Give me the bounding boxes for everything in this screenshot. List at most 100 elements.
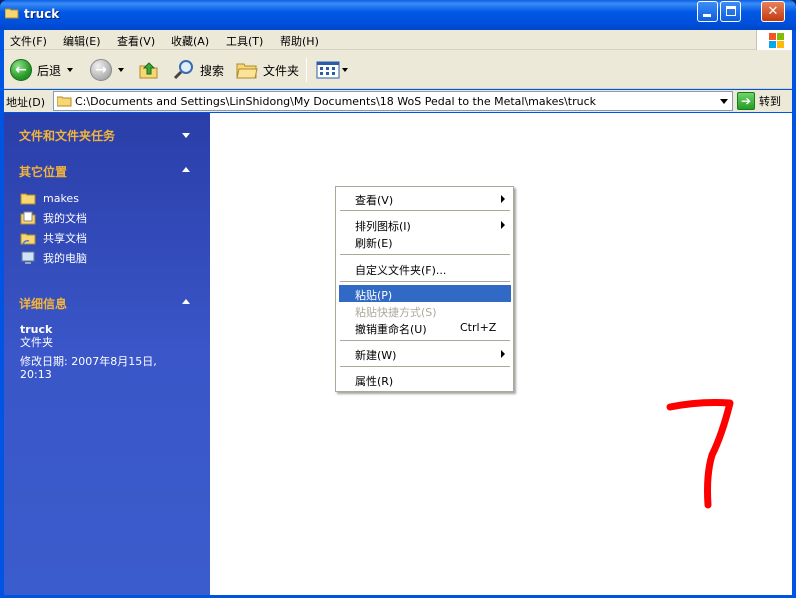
- go-button[interactable]: ➔ 转到: [737, 91, 789, 111]
- up-folder-icon: [139, 62, 158, 79]
- place-label: 我的文档: [43, 212, 87, 225]
- minimize-button[interactable]: [697, 1, 718, 22]
- menu-separator: [340, 254, 510, 255]
- go-arrow-icon: ➔: [737, 92, 755, 110]
- back-label: 后退: [37, 63, 62, 78]
- menu-bar: 文件(F) 编辑(E) 查看(V) 收藏(A) 工具(T) 帮助(H): [4, 30, 792, 50]
- ctx-view[interactable]: 查看(V): [339, 190, 511, 207]
- window-frame-left: [0, 30, 4, 598]
- ctx-label: 排列图标(I): [355, 220, 411, 233]
- maximize-icon: [726, 6, 736, 16]
- ctx-new[interactable]: 新建(W): [339, 345, 511, 362]
- views-icon: [316, 61, 340, 79]
- details-modified-date: 修改日期: 2007年8月15日,: [20, 355, 157, 368]
- maximize-button[interactable]: [720, 1, 741, 22]
- ctx-undo-rename[interactable]: 撤销重命名(U) Ctrl+Z: [339, 319, 511, 336]
- collapse-chevron-icon[interactable]: [182, 167, 190, 172]
- folders-button[interactable]: 文件夹: [236, 58, 299, 82]
- address-label: 地址(D): [6, 96, 46, 109]
- views-button[interactable]: [316, 58, 348, 82]
- submenu-arrow-icon: [501, 195, 505, 203]
- minimize-icon: [703, 14, 711, 17]
- address-input[interactable]: C:\Documents and Settings\LinShidong\My …: [53, 91, 733, 111]
- folder-icon: [57, 96, 72, 107]
- details-header[interactable]: 详细信息: [19, 295, 67, 312]
- place-my-computer[interactable]: 我的电脑: [20, 250, 87, 266]
- ctx-shortcut: Ctrl+Z: [460, 321, 497, 334]
- menu-separator: [340, 281, 510, 282]
- details-type: 文件夹: [20, 336, 53, 349]
- ctx-label: 粘贴快捷方式(S): [355, 306, 437, 319]
- ctx-label: 刷新(E): [355, 237, 393, 250]
- details-name: truck: [20, 323, 53, 336]
- address-dropdown-button[interactable]: [716, 92, 732, 110]
- search-button[interactable]: 搜索: [172, 58, 224, 82]
- expand-chevron-icon[interactable]: [182, 133, 190, 138]
- other-places-header[interactable]: 其它位置: [19, 163, 67, 180]
- place-label: 共享文档: [43, 232, 87, 245]
- place-makes[interactable]: makes: [20, 190, 79, 206]
- details-modified-time: 20:13: [20, 368, 52, 381]
- explorer-window: truck ✕ 文件(F) 编辑(E) 查看(V) 收藏(A) 工具(T) 帮助…: [0, 0, 796, 598]
- ctx-arrange-icons[interactable]: 排列图标(I): [339, 216, 511, 233]
- annotation-number-seven: [666, 399, 734, 509]
- ctx-label: 撤销重命名(U): [355, 323, 427, 336]
- folders-label: 文件夹: [263, 63, 300, 78]
- ctx-label: 查看(V): [355, 194, 394, 207]
- folder-icon: [20, 193, 36, 205]
- back-button[interactable]: ← 后退: [10, 58, 74, 82]
- file-tasks-header[interactable]: 文件和文件夹任务: [19, 127, 115, 144]
- chevron-down-icon: [720, 98, 728, 104]
- ctx-refresh[interactable]: 刷新(E): [339, 233, 511, 250]
- close-button[interactable]: ✕: [761, 1, 785, 22]
- up-folder-button[interactable]: [138, 58, 160, 82]
- search-label: 搜索: [200, 63, 225, 78]
- window-title: truck: [24, 7, 60, 21]
- search-icon: [173, 60, 193, 80]
- ctx-customize-folder[interactable]: 自定义文件夹(F)...: [339, 260, 511, 277]
- back-arrow-icon: ←: [10, 59, 32, 81]
- ctx-properties[interactable]: 属性(R): [339, 371, 511, 388]
- my-documents-icon: [20, 211, 36, 225]
- place-shared-documents[interactable]: 共享文档: [20, 230, 87, 246]
- place-label: 我的电脑: [43, 252, 87, 265]
- submenu-arrow-icon: [501, 350, 505, 358]
- menu-tools[interactable]: 工具(T): [226, 33, 263, 49]
- window-frame-right: [792, 30, 796, 598]
- menu-edit[interactable]: 编辑(E): [63, 33, 101, 49]
- chevron-down-icon: [342, 68, 348, 72]
- forward-button[interactable]: →: [90, 58, 124, 82]
- ctx-paste[interactable]: 粘贴(P): [339, 285, 511, 302]
- ctx-label: 自定义文件夹(F)...: [355, 264, 447, 277]
- chevron-down-icon: [118, 68, 124, 72]
- menu-help[interactable]: 帮助(H): [280, 33, 319, 49]
- toolbar-divider: [306, 58, 307, 82]
- shared-folder-icon: [20, 233, 36, 245]
- ctx-label: 新建(W): [355, 349, 397, 362]
- folder-icon: [5, 8, 19, 19]
- menu-view[interactable]: 查看(V): [117, 33, 155, 49]
- title-bar[interactable]: truck ✕: [0, 0, 796, 30]
- windows-logo-icon: [756, 30, 792, 50]
- place-label: makes: [43, 191, 79, 205]
- toolbar: ← 后退 → 搜索 文件夹: [4, 50, 792, 89]
- collapse-chevron-icon[interactable]: [182, 299, 190, 304]
- other-places-title: 其它位置: [19, 165, 68, 179]
- address-path: C:\Documents and Settings\LinShidong\My …: [75, 95, 597, 108]
- context-menu: 查看(V) 排列图标(I) 刷新(E) 自定义文件夹(F)... 粘贴(P) 粘…: [335, 186, 514, 392]
- go-label: 转到: [759, 95, 781, 108]
- menu-favorites[interactable]: 收藏(A): [171, 33, 209, 49]
- forward-arrow-icon: →: [90, 59, 112, 81]
- address-bar: 地址(D) C:\Documents and Settings\LinShido…: [4, 90, 792, 112]
- submenu-arrow-icon: [501, 221, 505, 229]
- place-my-documents[interactable]: 我的文档: [20, 210, 87, 226]
- my-computer-icon: [21, 251, 35, 264]
- task-pane: 文件和文件夹任务 其它位置 makes 我的文档 共享文档 我的电脑 详细信息 …: [4, 113, 210, 595]
- file-tasks-title: 文件和文件夹任务: [19, 129, 116, 143]
- ctx-paste-shortcut: 粘贴快捷方式(S): [339, 302, 511, 319]
- menu-separator: [340, 210, 510, 211]
- menu-separator: [340, 340, 510, 341]
- menu-file[interactable]: 文件(F): [10, 33, 47, 49]
- close-icon: ✕: [767, 4, 779, 19]
- details-title: 详细信息: [19, 297, 68, 311]
